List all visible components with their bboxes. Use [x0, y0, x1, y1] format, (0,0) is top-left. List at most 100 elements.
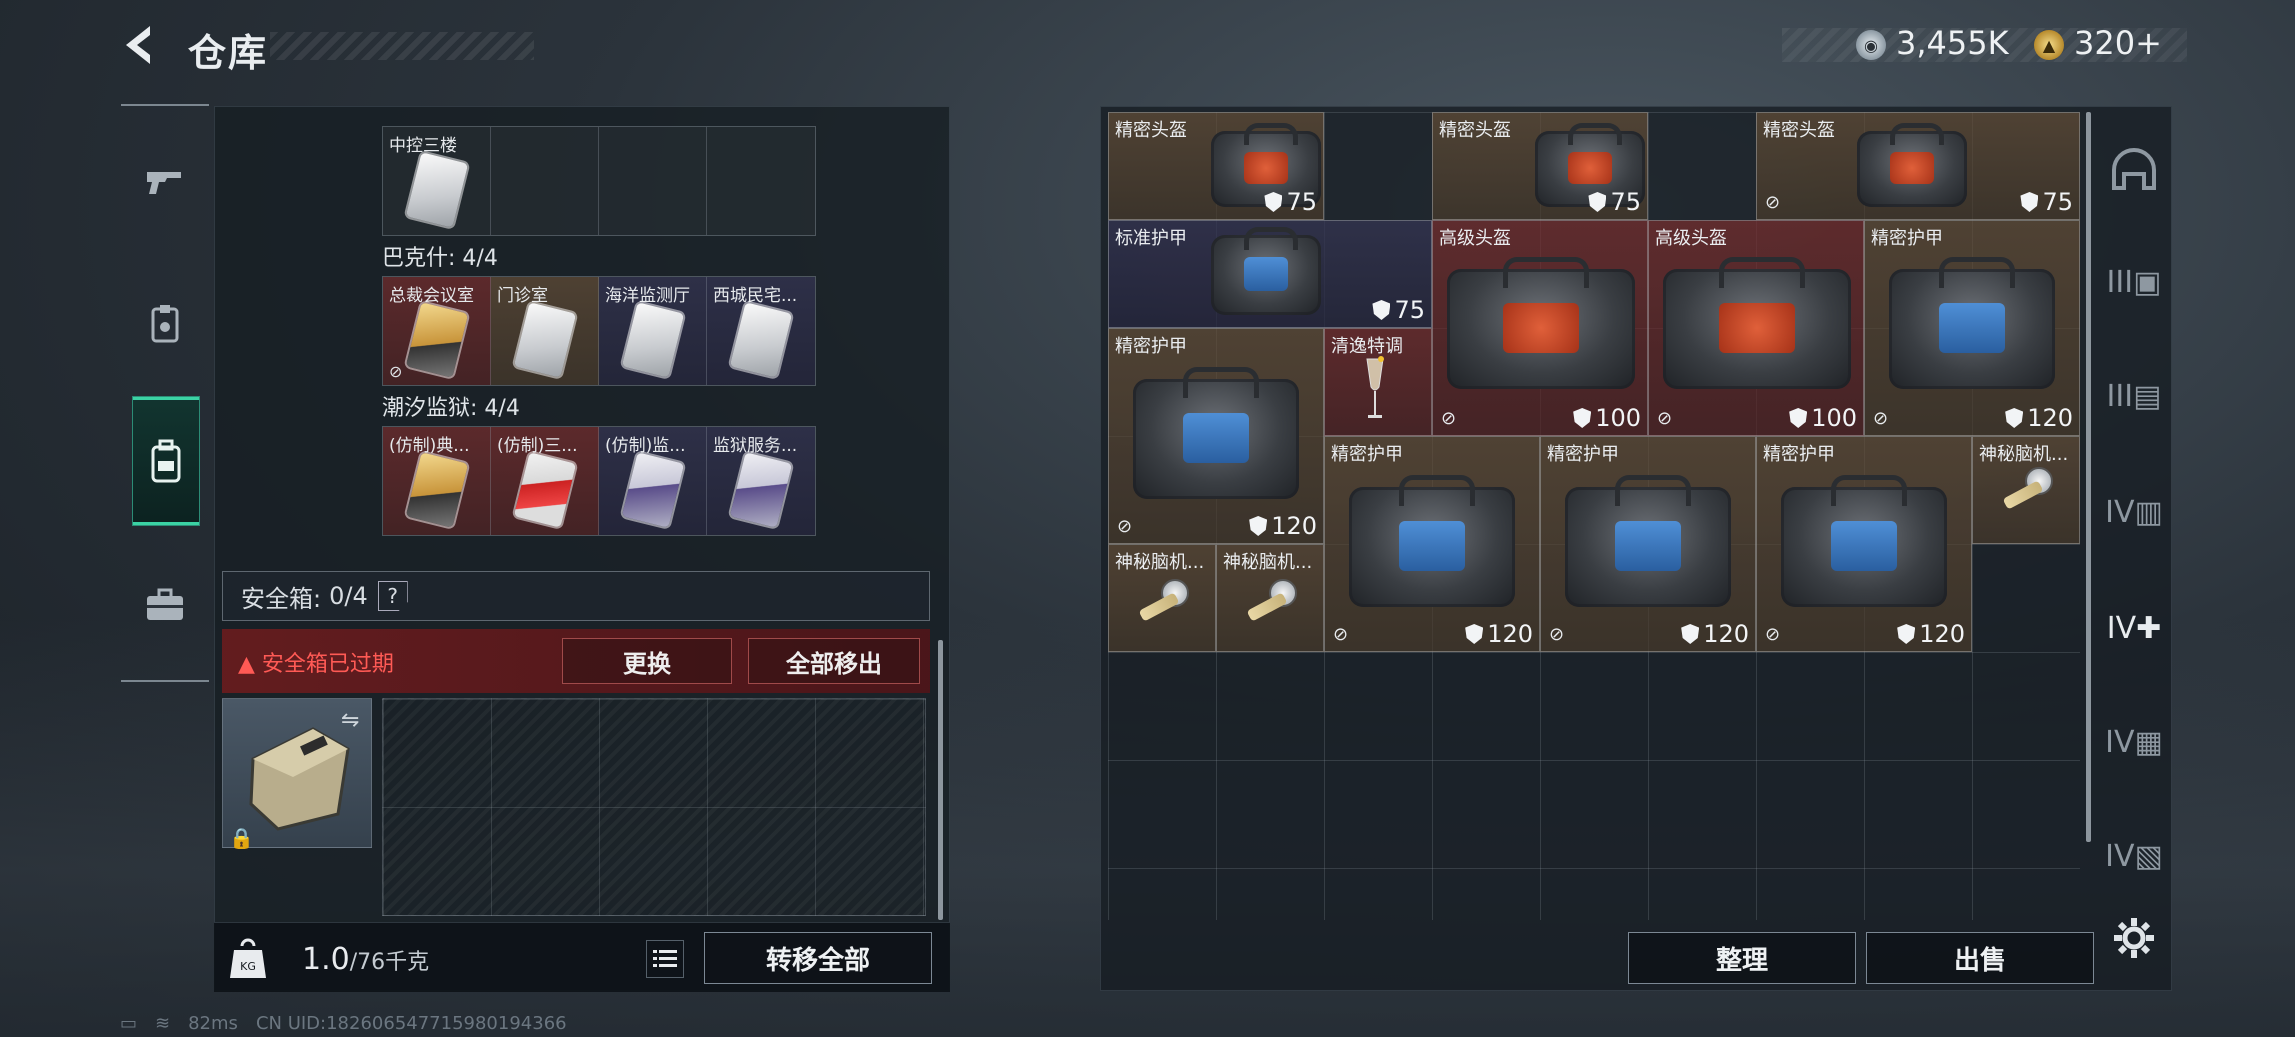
- safe-box-header: 安全箱: 0/4 ?: [222, 571, 930, 621]
- stash-item[interactable]: 标准护甲 75: [1108, 220, 1432, 328]
- filter-tier4c[interactable]: IV ▧: [2098, 820, 2170, 892]
- safe-box-icon: ⇋ 🔒: [229, 708, 359, 850]
- keycard-slot[interactable]: (仿制)监...: [599, 427, 707, 535]
- stash-item[interactable]: 精密护甲 ⊘ 120: [1864, 220, 2080, 436]
- remove-all-button[interactable]: 全部移出: [748, 638, 920, 684]
- keycard-icon: [405, 152, 469, 228]
- armor-bag-icon: [1349, 475, 1515, 607]
- no-bind-icon: ⊘: [389, 362, 403, 381]
- stash-grid[interactable]: 精密头盔 75 精密头盔 75 精密头盔 ⊘ 75 标准护甲 75 高级头盔 ⊘…: [1108, 112, 2080, 920]
- keycard-slot-empty[interactable]: [707, 127, 815, 235]
- briefcase-icon: [147, 588, 183, 620]
- back-arrow-icon[interactable]: [118, 22, 164, 68]
- keycard-slot[interactable]: 总裁会议室 ⊘: [383, 277, 491, 385]
- keycard-slot[interactable]: 中控三楼: [383, 127, 491, 235]
- status-bar: ▭ ≋ 82ms CN UID:1826065477159801943​66: [120, 1013, 567, 1034]
- stash-item[interactable]: 神秘脑机...: [1972, 436, 2080, 544]
- keycard-row-bakesh: 总裁会议室 ⊘ 门诊室 海洋监测厅 西城民宅...: [382, 276, 816, 386]
- helmet-icon: [2112, 148, 2156, 190]
- safe-expired-warning: ▲ 安全箱已过期: [238, 652, 394, 677]
- keycard-label: (仿制)三...: [497, 436, 578, 456]
- stash-item[interactable]: 精密护甲 ⊘ 120: [1324, 436, 1540, 652]
- cocktail-glass-icon: [1366, 356, 1384, 418]
- helmet-bag-icon: [1447, 257, 1635, 389]
- left-scrollbar[interactable]: [938, 640, 943, 920]
- no-bind-icon: ⊘: [1657, 408, 1673, 429]
- stash-item[interactable]: 精密头盔 75: [1432, 112, 1648, 220]
- gold-coin-icon: ▲: [2034, 30, 2064, 60]
- group-label-tidal-prison: 潮汐监狱: 4/4: [382, 396, 520, 421]
- stash-item[interactable]: 精密护甲 ⊘ 120: [1108, 328, 1324, 544]
- keycard-icon: [729, 452, 793, 528]
- filter-add[interactable]: IV ✚: [2098, 592, 2170, 664]
- armor-bag-icon: [1133, 367, 1299, 499]
- helmet-bag-icon: [1857, 123, 1967, 207]
- no-bind-icon: ⊘: [1873, 408, 1889, 429]
- stash-item[interactable]: 高级头盔 ⊘ 100: [1648, 220, 1864, 436]
- keycard-slot-empty[interactable]: [599, 127, 707, 235]
- stash-item[interactable]: 神秘脑机...: [1108, 544, 1216, 652]
- sell-button[interactable]: 出售: [1866, 932, 2094, 984]
- no-bind-icon: ⊘: [1117, 516, 1133, 537]
- keycard-label: (仿制)典...: [389, 436, 470, 456]
- list-view-button[interactable]: [646, 940, 684, 978]
- helmet-bag-icon: [1663, 257, 1851, 389]
- gold-amount[interactable]: 320+: [2074, 24, 2162, 62]
- nav-case[interactable]: [130, 560, 200, 650]
- stash-item[interactable]: 精密头盔 75: [1108, 112, 1324, 220]
- filter-tier3b[interactable]: III ▤: [2098, 360, 2170, 432]
- keycard-slot[interactable]: (仿制)典...: [383, 427, 491, 535]
- ping-text: 82ms: [188, 1013, 238, 1034]
- keycard-icon: [405, 302, 469, 378]
- brain-chip-icon: [1133, 575, 1193, 635]
- keycard-slot[interactable]: 西城民宅...: [707, 277, 815, 385]
- stash-item[interactable]: 高级头盔 ⊘ 100: [1432, 220, 1648, 436]
- stash-scrollbar[interactable]: [2086, 112, 2091, 842]
- durability-icon: [1264, 192, 1283, 212]
- safe-box-count: 0/4: [329, 582, 368, 610]
- title-decoration: [270, 32, 534, 60]
- transfer-all-button[interactable]: 转移全部: [704, 932, 932, 984]
- help-icon[interactable]: ?: [377, 581, 408, 611]
- keycard-slot[interactable]: 监狱服务...: [707, 427, 815, 535]
- filter-tier4[interactable]: IV ▥: [2098, 476, 2170, 548]
- stash-item[interactable]: 清逸特调: [1324, 328, 1432, 436]
- stash-item[interactable]: 神秘脑机...: [1216, 544, 1324, 652]
- keycard-slot[interactable]: 海洋监测厅: [599, 277, 707, 385]
- durability-icon: [1588, 192, 1607, 212]
- sort-button[interactable]: 整理: [1628, 932, 1856, 984]
- no-bind-icon: ⊘: [1333, 624, 1349, 645]
- keycard-icon: [151, 305, 179, 343]
- keycard-slot-empty[interactable]: [491, 127, 599, 235]
- nav-weapon[interactable]: [130, 136, 200, 226]
- stash-item[interactable]: 精密护甲 ⊘ 120: [1540, 436, 1756, 652]
- no-bind-icon: ⊘: [1549, 624, 1565, 645]
- svg-text:⇋: ⇋: [341, 708, 359, 733]
- keycard-label: (仿制)监...: [605, 436, 686, 456]
- filter-helmet[interactable]: [2098, 134, 2170, 206]
- keycard-label: 中控三楼: [389, 136, 457, 156]
- safe-box-slot[interactable]: ⇋ 🔒: [222, 698, 372, 850]
- settings-gear-icon[interactable]: [2112, 916, 2156, 960]
- keycard-icon: [621, 302, 685, 378]
- nav-keycard[interactable]: [130, 278, 200, 368]
- nav-inventory[interactable]: [132, 396, 200, 526]
- keycard-slot[interactable]: (仿制)三...: [491, 427, 599, 535]
- stash-item[interactable]: 精密头盔 ⊘ 75: [1756, 112, 2080, 220]
- brain-chip-icon: [1241, 575, 1301, 635]
- no-bind-icon: ⊘: [1765, 192, 1781, 213]
- keycard-row-tidal: (仿制)典... (仿制)三... (仿制)监... 监狱服务...: [382, 426, 816, 536]
- keycard-icon: [405, 452, 469, 528]
- filter-tier3[interactable]: III ▣: [2098, 246, 2170, 318]
- keycard-label: 西城民宅...: [713, 286, 798, 306]
- gun-icon: [147, 172, 181, 194]
- stash-item[interactable]: 精密护甲 ⊘ 120: [1756, 436, 1972, 652]
- filter-tier4b[interactable]: IV ▦: [2098, 706, 2170, 778]
- replace-button[interactable]: 更换: [562, 638, 732, 684]
- keycard-slot[interactable]: 门诊室: [491, 277, 599, 385]
- brain-chip-icon: [1997, 463, 2057, 523]
- safe-box-grid[interactable]: [382, 698, 926, 916]
- uid-text: CN UID:1826065477159801943​66: [255, 1013, 567, 1034]
- backpack-icon: [151, 439, 181, 483]
- armor-bag-icon: [1211, 227, 1321, 315]
